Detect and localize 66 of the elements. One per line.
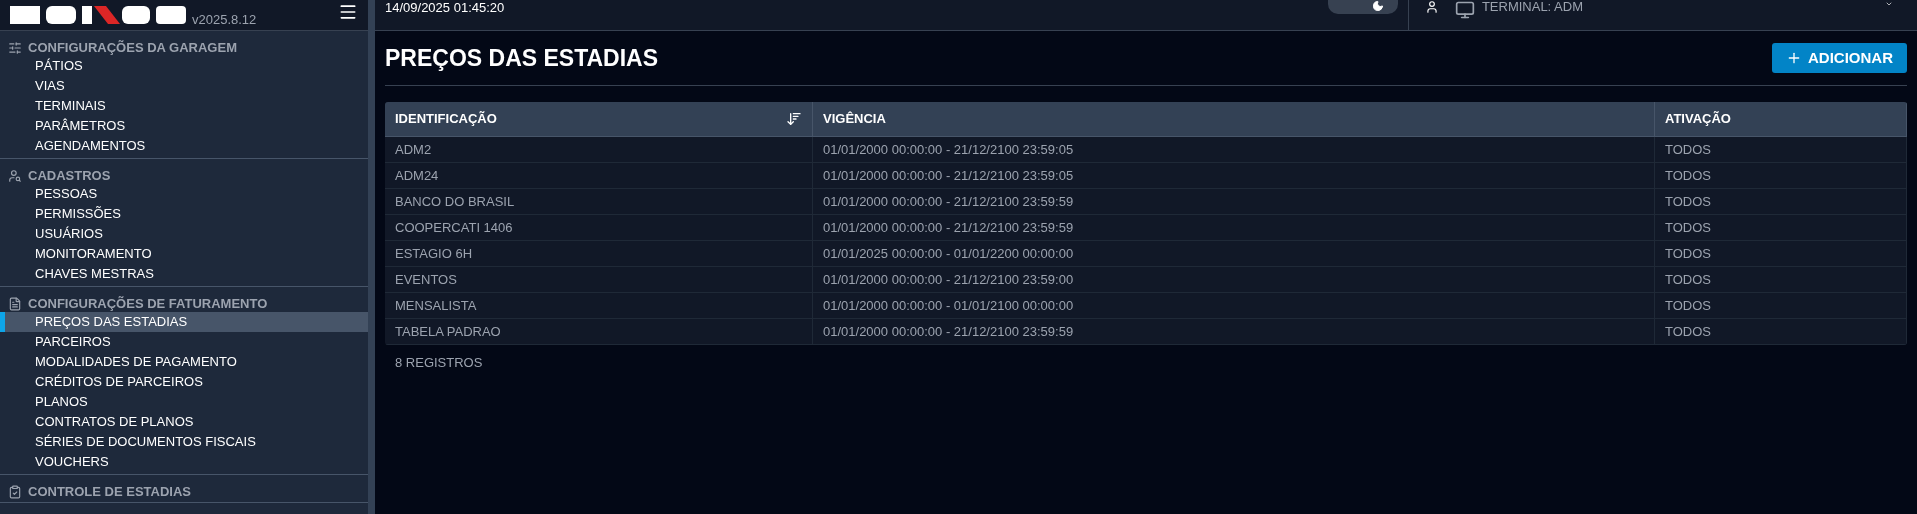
table-cell: 01/01/2000 00:00:00 - 21/12/2100 23:59:59 [813, 189, 1655, 214]
column-header[interactable]: ATIVAÇÃO [1655, 102, 1907, 136]
nav-item[interactable]: AGENDAMENTOS [0, 136, 368, 156]
table-cell: TODOS [1655, 189, 1907, 214]
nav-item[interactable]: SÉRIES DE DOCUMENTOS FISCAIS [0, 432, 368, 452]
table-cell: 01/01/2000 00:00:00 - 01/01/2100 00:00:00 [813, 293, 1655, 318]
clipboard-check-icon [8, 484, 22, 499]
table-cell: COOPERCATI 1406 [385, 215, 813, 240]
table-cell: TODOS [1655, 293, 1907, 318]
nav-item[interactable]: MONITORAMENTO [0, 244, 368, 264]
table-cell: 01/01/2000 00:00:00 - 21/12/2100 23:59:00 [813, 267, 1655, 292]
terminal-icon [1453, 0, 1476, 20]
user-search-icon [8, 168, 22, 183]
column-header[interactable]: IDENTIFICAÇÃO [385, 102, 813, 136]
table-cell: TODOS [1655, 163, 1907, 188]
theme-toggle[interactable] [1327, 0, 1398, 14]
plus-icon [1786, 50, 1802, 66]
add-button[interactable]: ADICIONAR [1772, 43, 1907, 73]
table-cell: TODOS [1655, 267, 1907, 292]
table-cell: 01/01/2000 00:00:00 - 21/12/2100 23:59:05 [813, 137, 1655, 162]
table-cell: ADM2 [385, 137, 813, 162]
table-cell: BANCO DO BRASIL [385, 189, 813, 214]
document-icon [8, 296, 22, 311]
table-cell: EVENTOS [385, 267, 813, 292]
column-header[interactable]: VIGÊNCIA [813, 102, 1655, 136]
record-count: 8 REGISTROS [395, 354, 484, 372]
table-cell: TODOS [1655, 241, 1907, 266]
nav-item[interactable]: MODALIDADES DE PAGAMENTO [0, 352, 368, 372]
nav-item[interactable]: PÁTIOS [0, 56, 368, 76]
nav-item[interactable]: PARÂMETROS [0, 116, 368, 136]
section-title: CONFIGURAÇÕES DE FATURAMENTO [28, 294, 268, 313]
nav-item[interactable]: PLANOS [0, 392, 368, 412]
table-cell: TABELA PADRAO [385, 319, 813, 344]
table-cell: 01/01/2000 00:00:00 - 21/12/2100 23:59:59 [813, 215, 1655, 240]
table-cell: TODOS [1655, 137, 1907, 162]
section-title: CONTROLE DE ESTADIAS [28, 482, 191, 501]
version-label: v2025.8.12 [192, 12, 257, 28]
nav-item[interactable]: USUÁRIOS [0, 224, 368, 244]
datetime-label: 14/09/2025 01:45:20 [385, 0, 505, 16]
nav-item[interactable]: TERMINAIS [0, 96, 368, 116]
table-cell: 01/01/2025 00:00:00 - 01/01/2200 00:00:00 [813, 241, 1655, 266]
section-title: CADASTROS [28, 166, 111, 185]
table-cell: 01/01/2000 00:00:00 - 21/12/2100 23:59:05 [813, 163, 1655, 188]
menu-icon[interactable] [338, 2, 358, 22]
nav-item[interactable]: PREÇOS DAS ESTADIAS [0, 312, 368, 332]
table-cell: ADM24 [385, 163, 813, 188]
table-cell: MENSALISTA [385, 293, 813, 318]
section-title: CONFIGURAÇÕES DA GARAGEM [28, 38, 237, 57]
moon-icon [1371, 0, 1384, 12]
table-cell: 01/01/2000 00:00:00 - 21/12/2100 23:59:59 [813, 319, 1655, 344]
sort-icon[interactable] [786, 111, 802, 127]
table-cell: ESTAGIO 6H [385, 241, 813, 266]
nav-item[interactable]: CHAVES MESTRAS [0, 264, 368, 284]
nav-item[interactable]: PARCEIROS [0, 332, 368, 352]
nav-item[interactable]: PERMISSÕES [0, 204, 368, 224]
nav-item[interactable]: CRÉDITOS DE PARCEIROS [0, 372, 368, 392]
sliders-icon [8, 40, 22, 55]
page-title: PREÇOS DAS ESTADIAS [385, 43, 659, 73]
nav-item[interactable]: VIAS [0, 76, 368, 96]
scrollbar[interactable] [368, 0, 375, 514]
terminal-label: TERMINAL: ADM [1481, 0, 1583, 14]
table-cell: TODOS [1655, 215, 1907, 240]
nav-item[interactable]: CONTRATOS DE PLANOS [0, 412, 368, 432]
nav-item[interactable]: PESSOAS [0, 184, 368, 204]
table-cell: TODOS [1655, 319, 1907, 344]
nav-item[interactable]: VOUCHERS [0, 452, 368, 472]
